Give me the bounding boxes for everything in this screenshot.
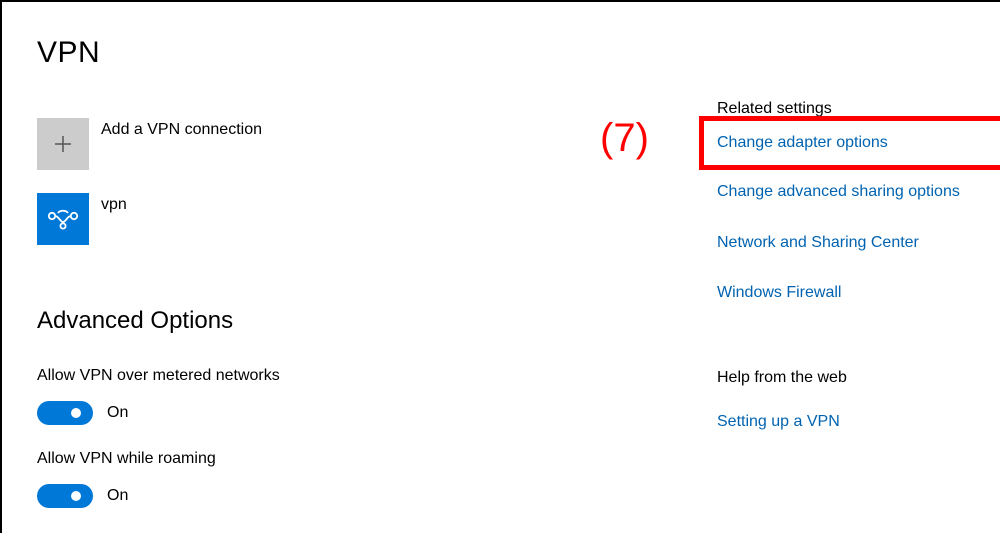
advanced-options-heading: Advanced Options — [37, 307, 234, 334]
change-advanced-sharing-options-link[interactable]: Change advanced sharing options — [717, 183, 960, 201]
setting-up-vpn-link[interactable]: Setting up a VPN — [717, 413, 840, 431]
roaming-state: On — [107, 487, 129, 504]
metered-networks-toggle-row: On — [37, 401, 128, 425]
windows-firewall-link[interactable]: Windows Firewall — [717, 284, 841, 302]
highlight-box — [699, 116, 1000, 170]
toggle-knob — [71, 408, 81, 418]
step-annotation: (7) — [600, 116, 649, 160]
plus-icon — [37, 118, 89, 170]
network-and-sharing-center-link[interactable]: Network and Sharing Center — [717, 234, 919, 252]
add-vpn-connection-label: Add a VPN connection — [101, 121, 262, 138]
metered-networks-toggle[interactable] — [37, 401, 93, 425]
roaming-label: Allow VPN while roaming — [37, 450, 216, 467]
vpn-connection-label: vpn — [101, 196, 127, 213]
roaming-toggle-row: On — [37, 484, 128, 508]
page-title: VPN — [37, 36, 101, 69]
vpn-icon — [37, 193, 89, 245]
add-vpn-connection-button[interactable]: Add a VPN connection — [37, 118, 262, 170]
metered-networks-label: Allow VPN over metered networks — [37, 367, 280, 384]
roaming-toggle[interactable] — [37, 484, 93, 508]
metered-networks-state: On — [107, 404, 129, 421]
help-from-web-heading: Help from the web — [717, 369, 847, 386]
toggle-knob — [71, 491, 81, 501]
vpn-connection-item[interactable]: vpn — [37, 193, 127, 245]
